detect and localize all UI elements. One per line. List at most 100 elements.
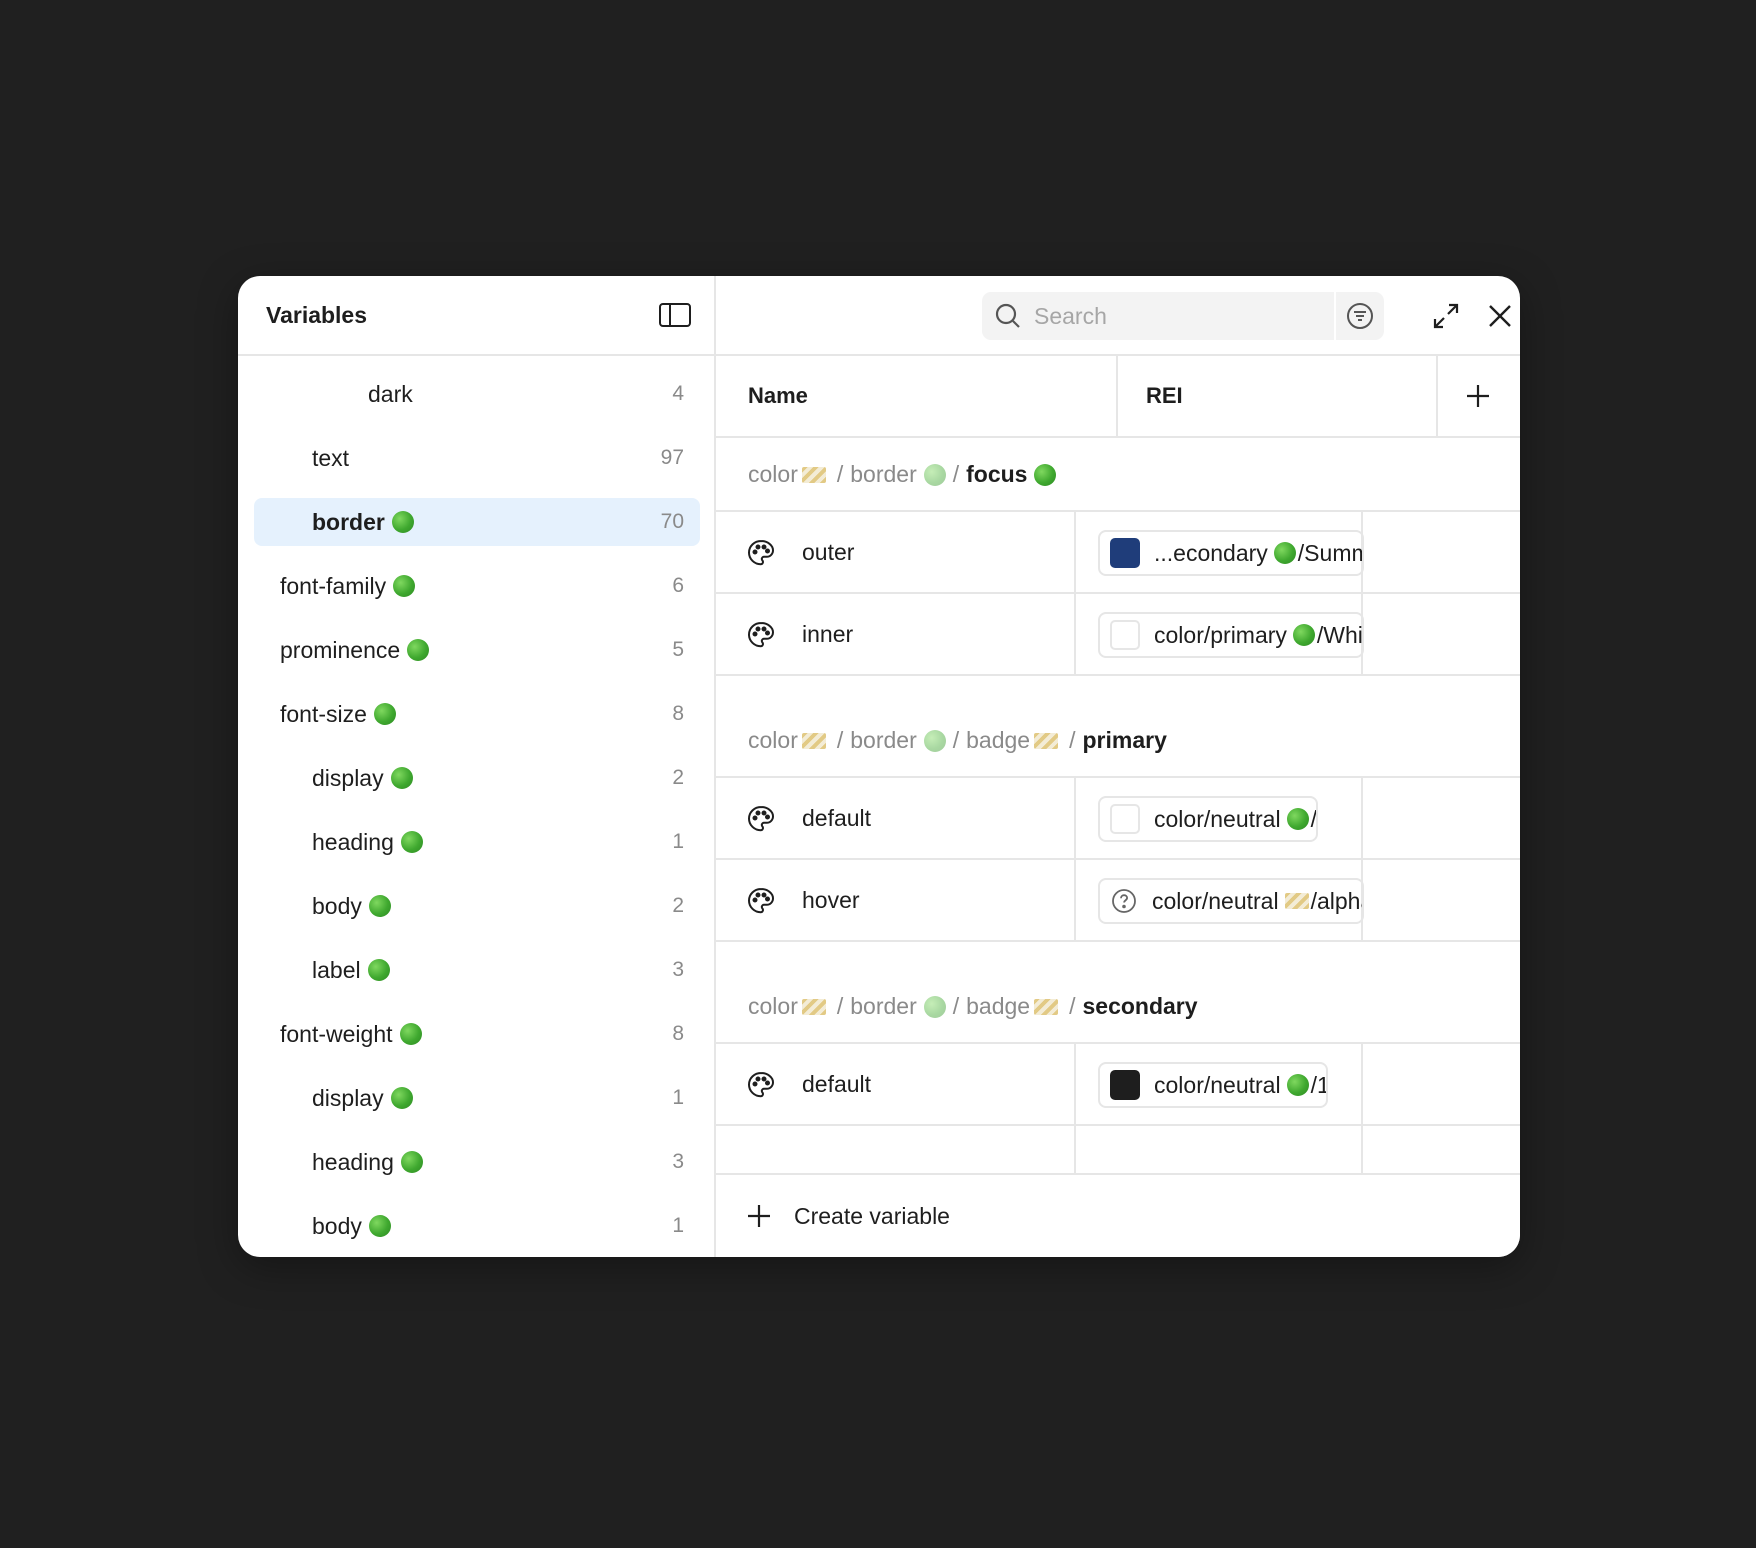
filter-icon [1347, 303, 1373, 329]
sidebar-header: Variables [238, 276, 714, 356]
search-input[interactable] [1032, 301, 1316, 331]
path-separator: / [1069, 727, 1076, 753]
column-divider [1074, 778, 1076, 858]
column-header-name: Name [748, 383, 808, 408]
alias-path: ...econdary [1154, 539, 1268, 566]
group-path: color / border / focus [748, 461, 1057, 488]
close-button[interactable] [1482, 298, 1518, 334]
variable-row[interactable] [716, 1126, 1520, 1173]
path-segment: badge [966, 727, 1031, 753]
alias-path: color/neutral [1154, 805, 1281, 832]
column-divider [1074, 1126, 1076, 1173]
column-divider [1361, 1044, 1363, 1124]
palette-icon [746, 804, 776, 834]
color-swatch [1110, 538, 1140, 568]
topbar [716, 276, 1520, 356]
variable-row[interactable]: default color/neutral/0 [716, 778, 1520, 860]
construction-icon [801, 466, 826, 483]
sidebar-item[interactable]: prominence 5 [254, 626, 700, 674]
variable-row[interactable]: default color/neutral/10 [716, 1044, 1520, 1126]
sidebar-item-label: dark [368, 381, 413, 408]
sidebar-toggle-icon[interactable] [658, 300, 692, 330]
group-path: color / border / badge / primary [748, 727, 1167, 754]
variable-name[interactable]: outer [802, 512, 854, 592]
expand-button[interactable] [1428, 298, 1464, 334]
sidebar-item-count: 4 [672, 382, 684, 405]
variables-main: Name REI color/border/focusouter...econd… [716, 276, 1520, 1257]
sidebar-item[interactable]: display 1 [254, 1074, 700, 1122]
status-dot-icon [1292, 624, 1315, 646]
sidebar-item-text: dark [368, 380, 413, 407]
alias-value-chip[interactable]: color/primary/White [1098, 612, 1364, 658]
sidebar-title: Variables [266, 302, 368, 328]
sidebar-item-text: font-size [280, 700, 367, 727]
sidebar-item-text: prominence [280, 636, 401, 663]
sidebar-item-text: body [312, 892, 362, 919]
sidebar-item[interactable]: text 97 [254, 434, 700, 482]
sidebar-item-text: font-weight [280, 1020, 393, 1047]
add-mode-button[interactable] [1436, 356, 1520, 436]
alias-value-chip[interactable]: color/neutral/alpha/1 [1098, 878, 1364, 924]
status-dot-icon [407, 639, 430, 661]
sidebar-item[interactable]: display 2 [254, 754, 700, 802]
path-segment: color [748, 993, 798, 1019]
variable-name[interactable]: hover [802, 860, 860, 940]
sidebar-item[interactable]: heading 3 [254, 1138, 700, 1186]
sidebar-item-count: 3 [672, 958, 684, 981]
alias-value-chip[interactable]: color/neutral/0 [1098, 796, 1318, 842]
create-variable-button[interactable]: Create variable [746, 1175, 950, 1257]
sidebar-item-count: 1 [672, 1214, 684, 1237]
sidebar-item-count: 2 [672, 766, 684, 789]
sidebar-item-count: 97 [660, 446, 684, 469]
path-segment: secondary [1082, 993, 1198, 1019]
alias-text: color/neutral/0 [1154, 805, 1316, 833]
variable-row[interactable]: outer ...econdary/Summit [716, 512, 1520, 594]
collections-sidebar: Variables dark 4 text 97 border 70 font-family… [238, 276, 716, 1257]
alias-value-chip[interactable]: color/neutral/10 [1098, 1062, 1328, 1108]
sidebar-item-count: 1 [672, 1086, 684, 1109]
sidebar-item[interactable]: dark 4 [254, 370, 700, 418]
path-segment: badge [966, 993, 1031, 1019]
sidebar-item[interactable]: font-size 8 [254, 690, 700, 738]
status-dot-icon [368, 895, 391, 917]
search-box[interactable] [982, 292, 1384, 340]
group-tree: dark 4 text 97 border 70 font-family 6 prominenc… [238, 356, 714, 1257]
status-dot-icon [368, 1215, 391, 1237]
alias-path: color/neutral [1152, 887, 1279, 914]
status-dot-icon [1273, 542, 1296, 564]
alias-path: color/neutral [1154, 1071, 1281, 1098]
status-dot-icon [923, 729, 946, 752]
column-header-mode[interactable]: REI [1146, 356, 1183, 436]
sidebar-item-text: font-family [280, 572, 387, 599]
plus-icon [748, 1205, 770, 1227]
construction-icon [801, 998, 826, 1015]
sidebar-item[interactable]: border 70 [254, 498, 700, 546]
column-divider [1074, 860, 1076, 940]
color-swatch [1110, 1070, 1140, 1100]
variable-row[interactable]: hover color/neutral/alpha/1 [716, 860, 1520, 942]
palette-icon [746, 620, 776, 650]
sidebar-item[interactable]: label 3 [254, 946, 700, 994]
variable-row[interactable]: inner color/primary/White [716, 594, 1520, 676]
filter-button[interactable] [1334, 292, 1384, 340]
sidebar-item-count: 3 [672, 1150, 684, 1173]
variable-table: color/border/focusouter...econdary/Summi… [716, 438, 1520, 1173]
variable-name[interactable]: default [802, 1044, 871, 1124]
palette-icon [746, 886, 776, 916]
variable-name[interactable]: default [802, 778, 871, 858]
sidebar-item[interactable]: font-family 6 [254, 562, 700, 610]
table-header: Name REI [716, 356, 1520, 438]
column-divider [1074, 594, 1076, 674]
alias-value-chip[interactable]: ...econdary/Summit [1098, 530, 1364, 576]
sidebar-item[interactable]: body 1 [254, 1202, 700, 1250]
sidebar-item-text: display [312, 764, 384, 791]
construction-icon [1034, 732, 1059, 749]
sidebar-item-label: font-weight [280, 1021, 422, 1048]
sidebar-item[interactable]: body 2 [254, 882, 700, 930]
variable-name[interactable]: inner [802, 594, 853, 674]
sidebar-item[interactable]: heading 1 [254, 818, 700, 866]
sidebar-item[interactable]: font-weight 8 [254, 1010, 700, 1058]
path-segment: focus [966, 461, 1028, 487]
group-header: color / border / badge / secondary [716, 942, 1520, 1044]
path-separator: / [836, 461, 844, 487]
